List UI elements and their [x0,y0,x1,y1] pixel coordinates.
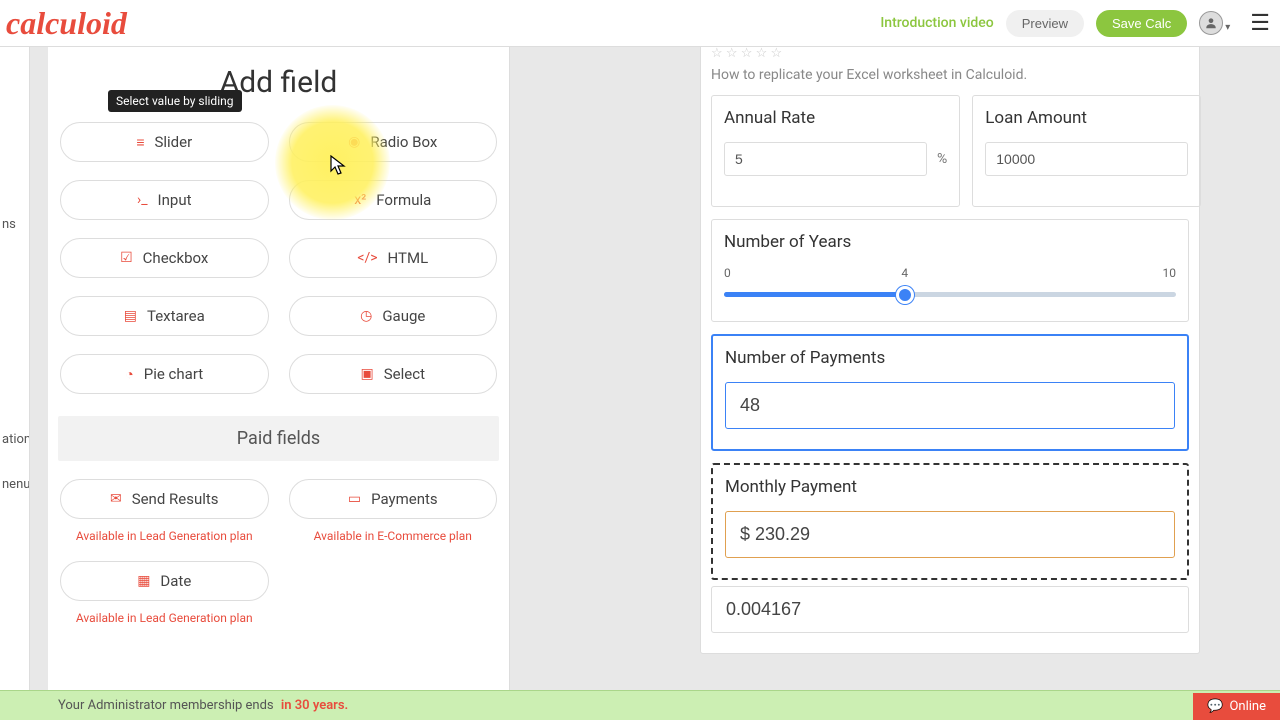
topbar: calculoid Introduction video Preview Sav… [0,0,1280,47]
field-radio[interactable]: ◉Radio Box [289,122,498,162]
checkbox-icon: ☑ [120,250,133,266]
brand-logo[interactable]: calculoid [6,5,127,42]
field-textarea[interactable]: ▤Textarea [60,296,269,336]
loan-amount-field[interactable]: Loan Amount [972,95,1201,207]
radio-icon: ◉ [348,134,360,150]
membership-footer: Your Administrator membership ends in 30… [0,690,1280,720]
pie-icon: ◔ [125,366,133,383]
code-icon: </> [357,250,377,266]
field-slider[interactable]: ≡Slider [60,122,269,162]
slider-thumb[interactable] [896,286,914,304]
rating-stars[interactable]: ☆ ☆ ☆ ☆ ☆ [701,47,1199,61]
field-gauge[interactable]: ◷Gauge [289,296,498,336]
field-pie[interactable]: ◔Pie chart [60,354,269,394]
field-select[interactable]: ▣Select [289,354,498,394]
terminal-icon: ›_ [137,192,148,208]
years-field[interactable]: Number of Years 0 4 10 [711,219,1189,322]
chat-widget[interactable]: 💬 Online [1193,693,1280,720]
user-menu[interactable]: ▾ [1199,11,1230,35]
field-label: Annual Rate [724,108,947,128]
add-field-panel: Add field ≡Slider ◉Radio Box ›_Input x²F… [48,47,510,690]
field-label: Number of Payments [725,348,1175,368]
formula-icon: x² [354,192,366,208]
caret-icon: ▾ [1225,22,1230,33]
payments-field[interactable]: Number of Payments [711,334,1189,451]
intro-video-link[interactable]: Introduction video [880,15,993,31]
availability-label: Available in Lead Generation plan [60,611,269,625]
save-button[interactable]: Save Calc [1096,10,1187,37]
annual-rate-field[interactable]: Annual Rate % [711,95,960,207]
slider-min: 0 [724,266,731,280]
money-icon: ▭ [348,491,361,507]
field-payments[interactable]: ▭Payments [289,479,498,519]
sidebar-edge: ns ation nenu [0,47,30,690]
preview-area: ☆ ☆ ☆ ☆ ☆ How to replicate your Excel wo… [520,47,1280,690]
calc-subtitle: How to replicate your Excel worksheet in… [701,61,1199,95]
preview-button[interactable]: Preview [1006,10,1084,37]
loan-amount-input[interactable] [985,142,1188,176]
calculator-card: ☆ ☆ ☆ ☆ ☆ How to replicate your Excel wo… [700,47,1200,654]
monthly-payment-field[interactable]: Monthly Payment [711,463,1189,580]
gauge-icon: ◷ [360,308,372,324]
availability-label: Available in E-Commerce plan [289,529,498,543]
field-label: Loan Amount [985,108,1188,128]
select-icon: ▣ [361,366,374,382]
field-date[interactable]: ▦Date [60,561,269,601]
monthly-output [725,511,1175,558]
availability-label: Available in Lead Generation plan [60,529,269,543]
slider-track[interactable] [724,292,1176,297]
avatar-icon [1199,11,1223,35]
sliders-icon: ≡ [136,134,144,151]
percent-suffix: % [937,151,947,167]
annual-rate-input[interactable] [724,142,927,176]
field-checkbox[interactable]: ☑Checkbox [60,238,269,278]
field-send-results[interactable]: ✉Send Results [60,479,269,519]
field-html[interactable]: </>HTML [289,238,498,278]
slider-max: 10 [1163,266,1177,280]
extra-output [711,586,1189,633]
list-icon: ▤ [124,308,137,324]
hamburger-icon[interactable]: ☰ [1250,11,1270,36]
chat-icon: 💬 [1207,699,1223,714]
calendar-icon: ▦ [137,573,150,589]
field-formula[interactable]: x²Formula [289,180,498,220]
slider-fill [724,292,905,297]
envelope-icon: ✉ [110,491,122,507]
field-label: Number of Years [724,232,1176,252]
field-input[interactable]: ›_Input [60,180,269,220]
tooltip: Select value by sliding [108,90,242,112]
paid-fields-heading: Paid fields [58,416,499,461]
field-label: Monthly Payment [725,477,1175,497]
payments-input[interactable] [725,382,1175,429]
slider-value: 4 [901,266,908,280]
